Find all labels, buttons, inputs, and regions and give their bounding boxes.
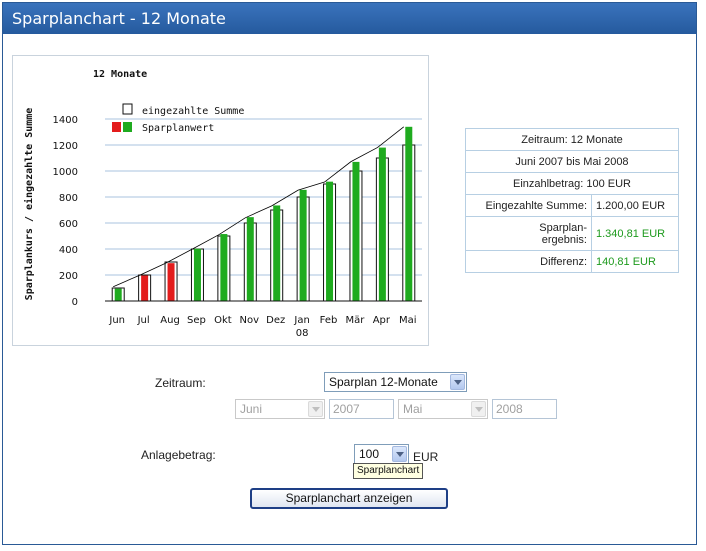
chevron-down-icon[interactable] — [450, 374, 465, 390]
from-month-value: Juni — [240, 402, 263, 416]
legend-label: Sparplanwert — [142, 123, 214, 134]
from-month-select[interactable]: Juni — [235, 399, 325, 419]
amount-select-value: 100 — [359, 447, 380, 461]
summary-amount: Einzahlbetrag: 100 EUR — [465, 172, 679, 195]
year-label: 08 — [296, 328, 309, 339]
legend-swatch — [112, 122, 121, 132]
x-tick-label: Nov — [240, 315, 260, 326]
window-title: Sparplanchart - 12 Monate — [3, 3, 696, 34]
chart-title: 12 Monate — [93, 69, 147, 80]
x-tick-label: Dez — [266, 315, 285, 326]
x-tick-label: Okt — [214, 315, 232, 326]
chevron-down-icon[interactable] — [308, 401, 323, 417]
amount-label: Anlagebetrag: — [141, 448, 216, 462]
x-tick-label: Sep — [187, 315, 206, 326]
y-tick-label: 800 — [59, 193, 78, 204]
chevron-down-icon[interactable] — [392, 446, 407, 462]
bar-savings-value — [326, 181, 334, 301]
x-tick-label: Mai — [399, 315, 417, 326]
result-value: 1.340,81 EUR — [591, 216, 679, 251]
savings-chart: 12 Monate 0 200 400 600 800 1000 1200 1400 Sparpl… — [12, 55, 429, 346]
legend-label: eingezahlte Summe — [142, 106, 244, 117]
y-tick-label: 600 — [59, 219, 78, 230]
chevron-down-icon[interactable] — [471, 401, 486, 417]
to-month-value: Mai — [403, 402, 423, 416]
bar-savings-value — [352, 161, 360, 301]
tooltip: Sparplanchart — [353, 463, 424, 479]
y-tick-label: 1200 — [53, 141, 78, 152]
summary-period: Zeitraum: 12 Monate — [465, 128, 679, 151]
bar-savings-value — [167, 263, 175, 301]
y-tick-label: 0 — [72, 297, 78, 308]
to-month-select[interactable]: Mai — [398, 399, 488, 419]
bar-savings-value — [141, 275, 149, 301]
result-label: Sparplan-ergebnis: — [465, 216, 592, 251]
bar-savings-value — [114, 288, 122, 301]
to-year-input[interactable]: 2008 — [492, 399, 557, 419]
x-tick-label: Jul — [137, 315, 150, 326]
bar-savings-value — [405, 126, 413, 301]
bar-savings-value — [299, 189, 307, 301]
summary-table: Zeitraum: 12 Monate Juni 2007 bis Mai 20… — [465, 128, 679, 273]
legend-swatch — [122, 103, 133, 115]
x-tick-label: Jan — [293, 315, 309, 326]
paid-value: 1.200,00 EUR — [591, 194, 679, 217]
x-tick-label: Apr — [373, 315, 391, 326]
x-tick-label: Aug — [160, 315, 180, 326]
y-tick-label: 400 — [59, 245, 78, 256]
difference-label: Differenz: — [465, 250, 592, 273]
paid-label: Eingezahlte Summe: — [465, 194, 592, 217]
x-tick-label: Feb — [320, 315, 338, 326]
result-label-line2: ergebnis: — [541, 233, 587, 246]
summary-range: Juni 2007 bis Mai 2008 — [465, 150, 679, 173]
period-label: Zeitraum: — [155, 376, 206, 390]
legend-swatch — [123, 122, 132, 132]
bar-savings-value — [273, 205, 281, 301]
bar-savings-value — [220, 234, 228, 301]
y-tick-label: 1400 — [53, 115, 78, 126]
result-label-line1: Sparplan- — [539, 221, 587, 234]
y-tick-label: 200 — [59, 271, 78, 282]
period-select-value: Sparplan 12-Monate — [329, 375, 438, 389]
period-select[interactable]: Sparplan 12-Monate — [324, 372, 467, 392]
show-chart-button[interactable]: Sparplanchart anzeigen — [250, 488, 448, 509]
amount-select[interactable]: 100 — [354, 444, 409, 464]
from-year-input[interactable]: 2007 — [329, 399, 394, 419]
y-axis-label: Sparplankurs / eingezahlte Summe — [23, 108, 35, 301]
chart-svg: 12 Monate 0 200 400 600 800 1000 1200 1400 Sparpl… — [23, 69, 422, 339]
x-tick-label: Mär — [346, 315, 366, 326]
bar-savings-value — [378, 147, 386, 301]
bar-savings-value — [193, 248, 201, 301]
y-tick-label: 1000 — [53, 167, 78, 178]
currency-label: EUR — [413, 450, 439, 464]
x-tick-label: Jun — [108, 315, 125, 326]
difference-value: 140,81 EUR — [591, 250, 679, 273]
bar-savings-value — [246, 217, 254, 301]
